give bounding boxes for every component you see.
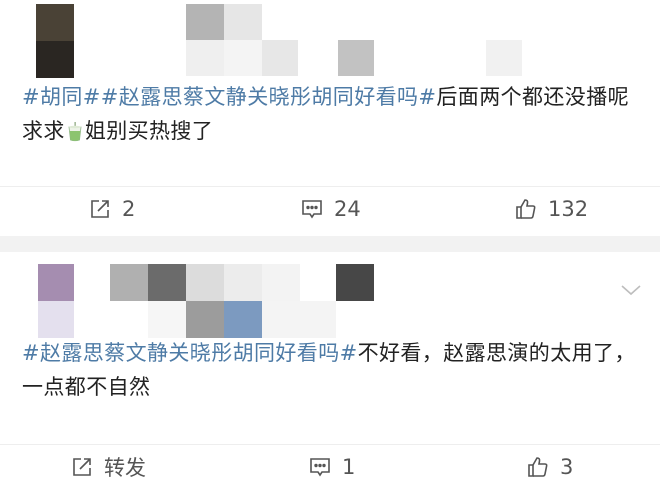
avatar-mosaic[interactable] (36, 4, 74, 78)
post-content: #赵露思蔡文静关晓彤胡同好看吗#不好看，赵露思演的太用了，一点都不自然 (22, 336, 642, 404)
comment-icon (310, 458, 330, 477)
tea-cup-emoji (68, 122, 82, 142)
repost-label: 转发 (104, 456, 146, 480)
comment-icon (302, 200, 322, 219)
comment-button[interactable]: 24 (300, 187, 361, 231)
avatar-mosaic[interactable] (38, 264, 74, 338)
action-bar: 2 24 132 (0, 186, 660, 231)
topic-tag[interactable]: #胡同# (22, 85, 101, 109)
repost-button[interactable]: 2 (88, 187, 135, 231)
thumbs-up-icon (516, 199, 536, 219)
like-button[interactable]: 132 (514, 187, 588, 231)
repost-icon (73, 458, 91, 476)
username-mosaic[interactable] (110, 264, 376, 338)
comment-count: 24 (334, 197, 361, 221)
topic-tag[interactable]: #赵露思蔡文静关晓彤胡同好看吗# (22, 341, 358, 365)
action-bar: 转发 1 3 (0, 444, 660, 489)
topic-tag[interactable]: #赵露思蔡文静关晓彤胡同好看吗# (101, 85, 437, 109)
like-button[interactable]: 3 (526, 445, 573, 489)
post-separator (0, 236, 660, 252)
repost-icon (91, 200, 109, 218)
post-card: #赵露思蔡文静关晓彤胡同好看吗#不好看，赵露思演的太用了，一点都不自然 转发 1 (0, 252, 660, 488)
post-text: 姐别买热搜了 (84, 119, 214, 143)
chevron-down-icon[interactable] (618, 280, 644, 300)
repost-button[interactable]: 转发 (70, 445, 146, 489)
comment-button[interactable]: 1 (308, 445, 355, 489)
thumbs-up-icon (528, 457, 548, 477)
repost-count: 2 (122, 197, 136, 221)
like-count: 132 (548, 197, 589, 221)
like-count: 3 (560, 455, 574, 479)
post-card: #胡同##赵露思蔡文静关晓彤胡同好看吗#后面两个都还没播呢 求求 姐别买热搜了 … (0, 0, 660, 236)
post-content: #胡同##赵露思蔡文静关晓彤胡同好看吗#后面两个都还没播呢 求求 姐别买热搜了 (22, 80, 642, 148)
username-mosaic[interactable] (186, 2, 526, 78)
comment-count: 1 (342, 455, 356, 479)
